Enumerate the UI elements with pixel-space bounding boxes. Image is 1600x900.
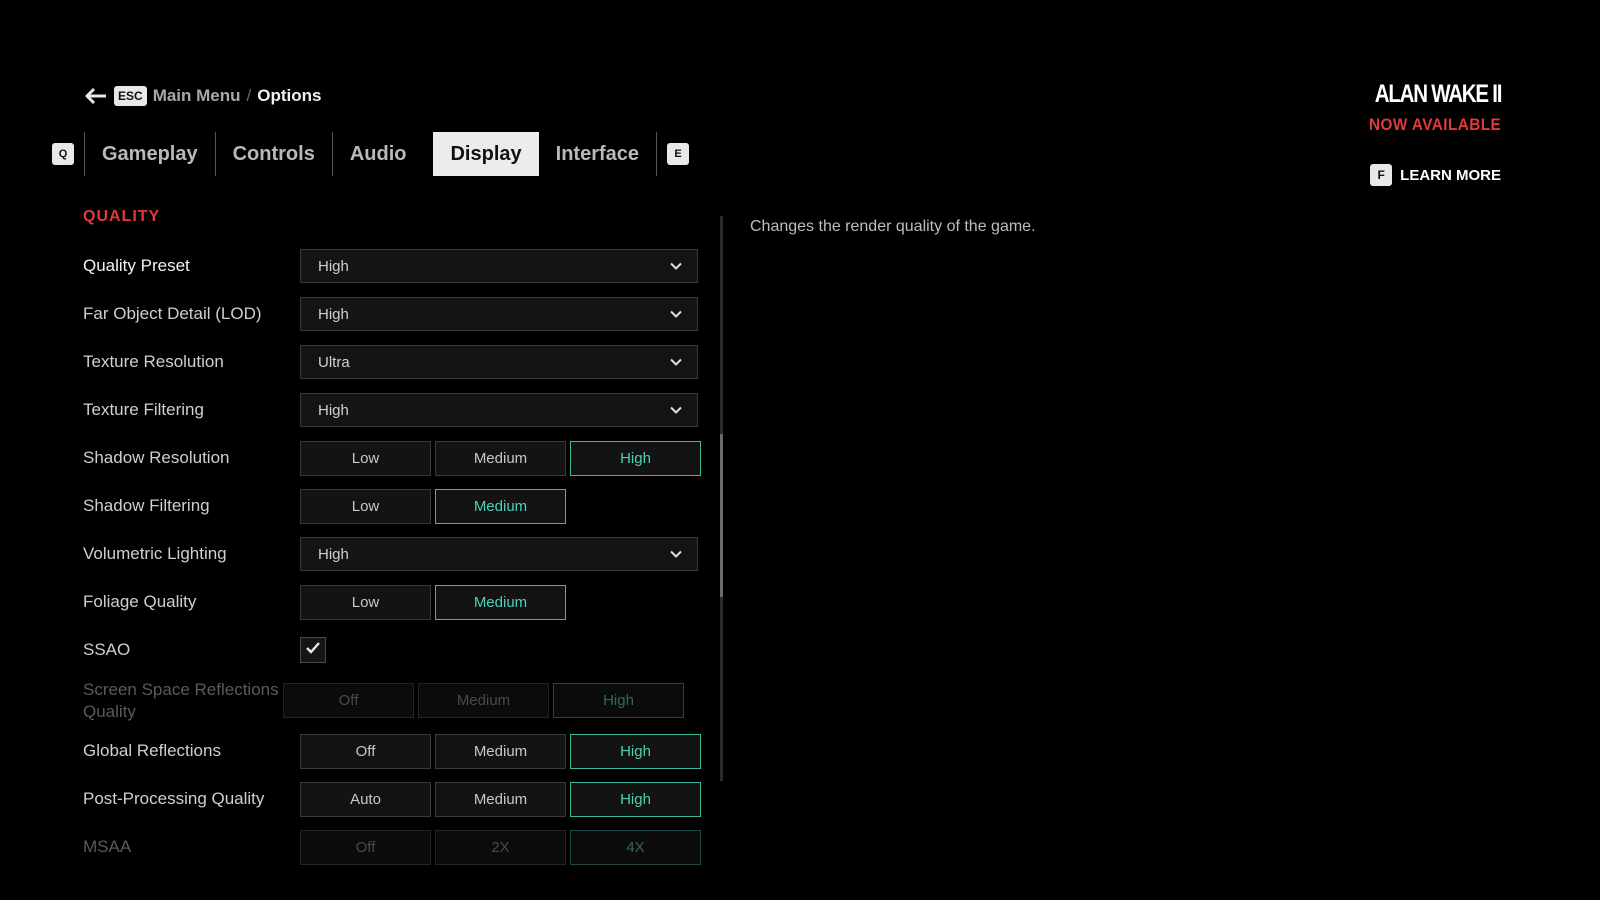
setting-label: SSAO [83, 640, 131, 659]
option-off: Off [283, 683, 414, 718]
global-reflections-options: Off Medium High [300, 733, 701, 769]
setting-label: Texture Resolution [83, 352, 224, 371]
option-medium[interactable]: Medium [435, 584, 566, 620]
next-tab-key-hint[interactable]: E [667, 143, 690, 165]
option-medium: Medium [418, 683, 549, 718]
far-object-detail-lod-dropdown[interactable]: High [300, 297, 698, 331]
option-low[interactable]: Low [300, 488, 431, 524]
setting-row-post-processing-quality: Post-Processing Quality Auto Medium High [83, 775, 703, 823]
setting-label: Global Reflections [83, 741, 221, 760]
setting-label: Far Object Detail (LOD) [83, 304, 262, 323]
option-high[interactable]: High [570, 733, 701, 769]
scrollbar-thumb[interactable] [720, 434, 723, 597]
scrollbar-track[interactable] [720, 216, 723, 781]
tab-controls[interactable]: Controls [216, 132, 332, 176]
dropdown-value: High [318, 401, 349, 419]
options-tabs: Q Gameplay Controls Audio Display Interf… [52, 132, 690, 176]
setting-row-msaa: MSAA Off 2X 4X [83, 823, 703, 871]
setting-row-texture-resolution: Texture Resolution Ultra [83, 338, 703, 386]
breadcrumb-main-menu[interactable]: Main Menu [153, 86, 241, 106]
tab-display[interactable]: Display [433, 132, 539, 176]
breadcrumb-current: Options [257, 86, 322, 105]
setting-label: Volumetric Lighting [83, 544, 227, 563]
tab-audio[interactable]: Audio [333, 132, 424, 176]
ssao-checkbox[interactable] [300, 637, 326, 663]
setting-row-screen-space-reflections-quality: Screen Space Reflections Quality Off Mediu… [83, 674, 703, 727]
back-arrow-icon[interactable] [84, 84, 108, 108]
option-medium[interactable]: Medium [435, 440, 566, 476]
option-high[interactable]: High [570, 440, 701, 476]
option-off: Off [300, 829, 431, 865]
shadow-filtering-options: Low Medium [300, 488, 566, 524]
esc-key-hint: ESC [114, 86, 147, 106]
dropdown-value: High [318, 305, 349, 323]
setting-row-global-reflections: Global Reflections Off Medium High [83, 727, 703, 775]
setting-label: Texture Filtering [83, 400, 204, 419]
screen-space-reflections-quality-options: Off Medium High [283, 683, 684, 718]
dropdown-value: Ultra [318, 353, 350, 371]
breadcrumb-separator: / [246, 86, 252, 105]
settings-list: Quality Preset High Far Object Detail (LOD… [83, 242, 703, 871]
setting-label: Screen Space Reflections Quality [83, 679, 279, 721]
option-high[interactable]: High [570, 781, 701, 817]
option-4x: 4X [570, 829, 701, 865]
checkmark-icon [305, 641, 321, 660]
setting-row-texture-filtering: Texture Filtering High [83, 386, 703, 434]
option-2x: 2X [435, 829, 566, 865]
setting-row-far-object-detail-lod: Far Object Detail (LOD) High [83, 290, 703, 338]
learn-more-key-hint: F [1370, 164, 1393, 186]
foliage-quality-options: Low Medium [300, 584, 566, 620]
option-off[interactable]: Off [300, 733, 431, 769]
setting-row-shadow-filtering: Shadow Filtering Low Medium [83, 482, 703, 530]
tab-divider [656, 132, 658, 176]
tab-gameplay[interactable]: Gameplay [85, 132, 215, 176]
option-medium[interactable]: Medium [435, 488, 566, 524]
chevron-down-icon [669, 307, 683, 321]
option-low[interactable]: Low [300, 440, 431, 476]
msaa-options: Off 2X 4X [300, 829, 701, 865]
option-auto[interactable]: Auto [300, 781, 431, 817]
learn-more-label: LEARN MORE [1400, 166, 1501, 184]
setting-label: Quality Preset [83, 256, 190, 275]
setting-row-volumetric-lighting: Volumetric Lighting High [83, 530, 703, 578]
prev-tab-key-hint[interactable]: Q [52, 143, 74, 165]
option-medium[interactable]: Medium [435, 781, 566, 817]
volumetric-lighting-dropdown[interactable]: High [300, 537, 698, 571]
setting-description: Changes the render quality of the game. [750, 218, 1036, 235]
post-processing-quality-options: Auto Medium High [300, 781, 701, 817]
shadow-resolution-options: Low Medium High [300, 440, 701, 476]
chevron-down-icon [669, 259, 683, 273]
setting-label: Shadow Filtering [83, 496, 210, 515]
chevron-down-icon [669, 547, 683, 561]
game-logo: ALAN WAKE II [1374, 80, 1503, 108]
section-title: QUALITY [83, 208, 161, 225]
setting-row-foliage-quality: Foliage Quality Low Medium [83, 578, 703, 626]
texture-resolution-dropdown[interactable]: Ultra [300, 345, 698, 379]
setting-label: Foliage Quality [83, 592, 197, 611]
texture-filtering-dropdown[interactable]: High [300, 393, 698, 427]
chevron-down-icon [669, 403, 683, 417]
promo-subtitle: NOW AVAILABLE [1368, 115, 1501, 134]
option-low[interactable]: Low [300, 584, 431, 620]
promo-banner: ALAN WAKE II NOW AVAILABLE [1347, 80, 1503, 135]
dropdown-value: High [318, 545, 349, 563]
option-medium[interactable]: Medium [435, 733, 566, 769]
setting-label: MSAA [83, 837, 132, 856]
setting-label: Shadow Resolution [83, 448, 230, 467]
setting-row-shadow-resolution: Shadow Resolution Low Medium High [83, 434, 703, 482]
setting-label: Post-Processing Quality [83, 789, 265, 808]
dropdown-value: High [318, 257, 349, 275]
option-high: High [553, 683, 684, 718]
chevron-down-icon [669, 355, 683, 369]
tab-interface[interactable]: Interface [539, 132, 656, 176]
breadcrumb: ESC Main Menu / Options [84, 84, 321, 108]
quality-preset-dropdown[interactable]: High [300, 249, 698, 283]
setting-row-ssao: SSAO [83, 626, 703, 674]
setting-row-quality-preset: Quality Preset High [83, 242, 703, 290]
learn-more-button[interactable]: F LEARN MORE [1370, 164, 1501, 186]
